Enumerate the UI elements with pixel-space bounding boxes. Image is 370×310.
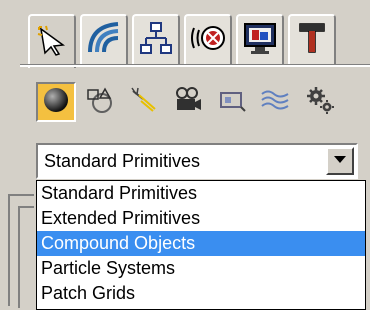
display-monitor-icon bbox=[242, 20, 278, 61]
tab-display[interactable] bbox=[236, 14, 284, 64]
tab-divider bbox=[20, 64, 370, 67]
hierarchy-icon bbox=[138, 20, 174, 61]
gears-icon bbox=[304, 84, 336, 121]
command-panel-tabs bbox=[28, 14, 368, 68]
tab-utilities[interactable] bbox=[288, 14, 336, 64]
command-panel: Standard Primitives Standard Primitives … bbox=[0, 0, 370, 310]
sphere-icon bbox=[42, 86, 70, 119]
hammer-icon bbox=[294, 20, 330, 61]
modify-rainbow-icon bbox=[86, 20, 122, 61]
dropdown-selected-value: Standard Primitives bbox=[44, 151, 201, 171]
dropdown-option[interactable]: Particle Systems bbox=[37, 256, 365, 281]
tab-motion[interactable] bbox=[184, 14, 232, 64]
object-category-dropdown[interactable]: Standard Primitives bbox=[36, 143, 358, 179]
shapes-icon bbox=[85, 85, 115, 120]
dropdown-option[interactable]: Extended Primitives bbox=[37, 206, 365, 231]
spacewarp-icon bbox=[260, 85, 292, 120]
dropdown-arrow-button[interactable] bbox=[326, 147, 354, 175]
dropdown-option[interactable]: Standard Primitives bbox=[37, 181, 365, 206]
dropdown-options-list: Standard Primitives Extended Primitives … bbox=[36, 180, 366, 310]
helpers-button[interactable] bbox=[212, 82, 252, 122]
dropdown-option-highlighted[interactable]: Compound Objects bbox=[37, 231, 365, 256]
geometry-button[interactable] bbox=[36, 82, 76, 122]
chevron-down-icon bbox=[333, 152, 347, 170]
tab-create[interactable] bbox=[28, 14, 76, 68]
spacewarps-button[interactable] bbox=[256, 82, 296, 122]
cameras-button[interactable] bbox=[168, 82, 208, 122]
tab-hierarchy[interactable] bbox=[132, 14, 180, 64]
object-type-toolbar bbox=[36, 82, 366, 126]
create-arrow-icon bbox=[35, 23, 69, 62]
motion-circle-icon bbox=[189, 20, 227, 61]
lights-icon bbox=[129, 85, 159, 120]
tab-modify[interactable] bbox=[80, 14, 128, 64]
camera-icon bbox=[173, 85, 203, 120]
dropdown-option[interactable]: Patch Grids bbox=[37, 281, 365, 306]
systems-button[interactable] bbox=[300, 82, 340, 122]
shapes-button[interactable] bbox=[80, 82, 120, 122]
lights-button[interactable] bbox=[124, 82, 164, 122]
rollout-frame-inner bbox=[18, 206, 34, 308]
helpers-icon bbox=[217, 85, 247, 120]
